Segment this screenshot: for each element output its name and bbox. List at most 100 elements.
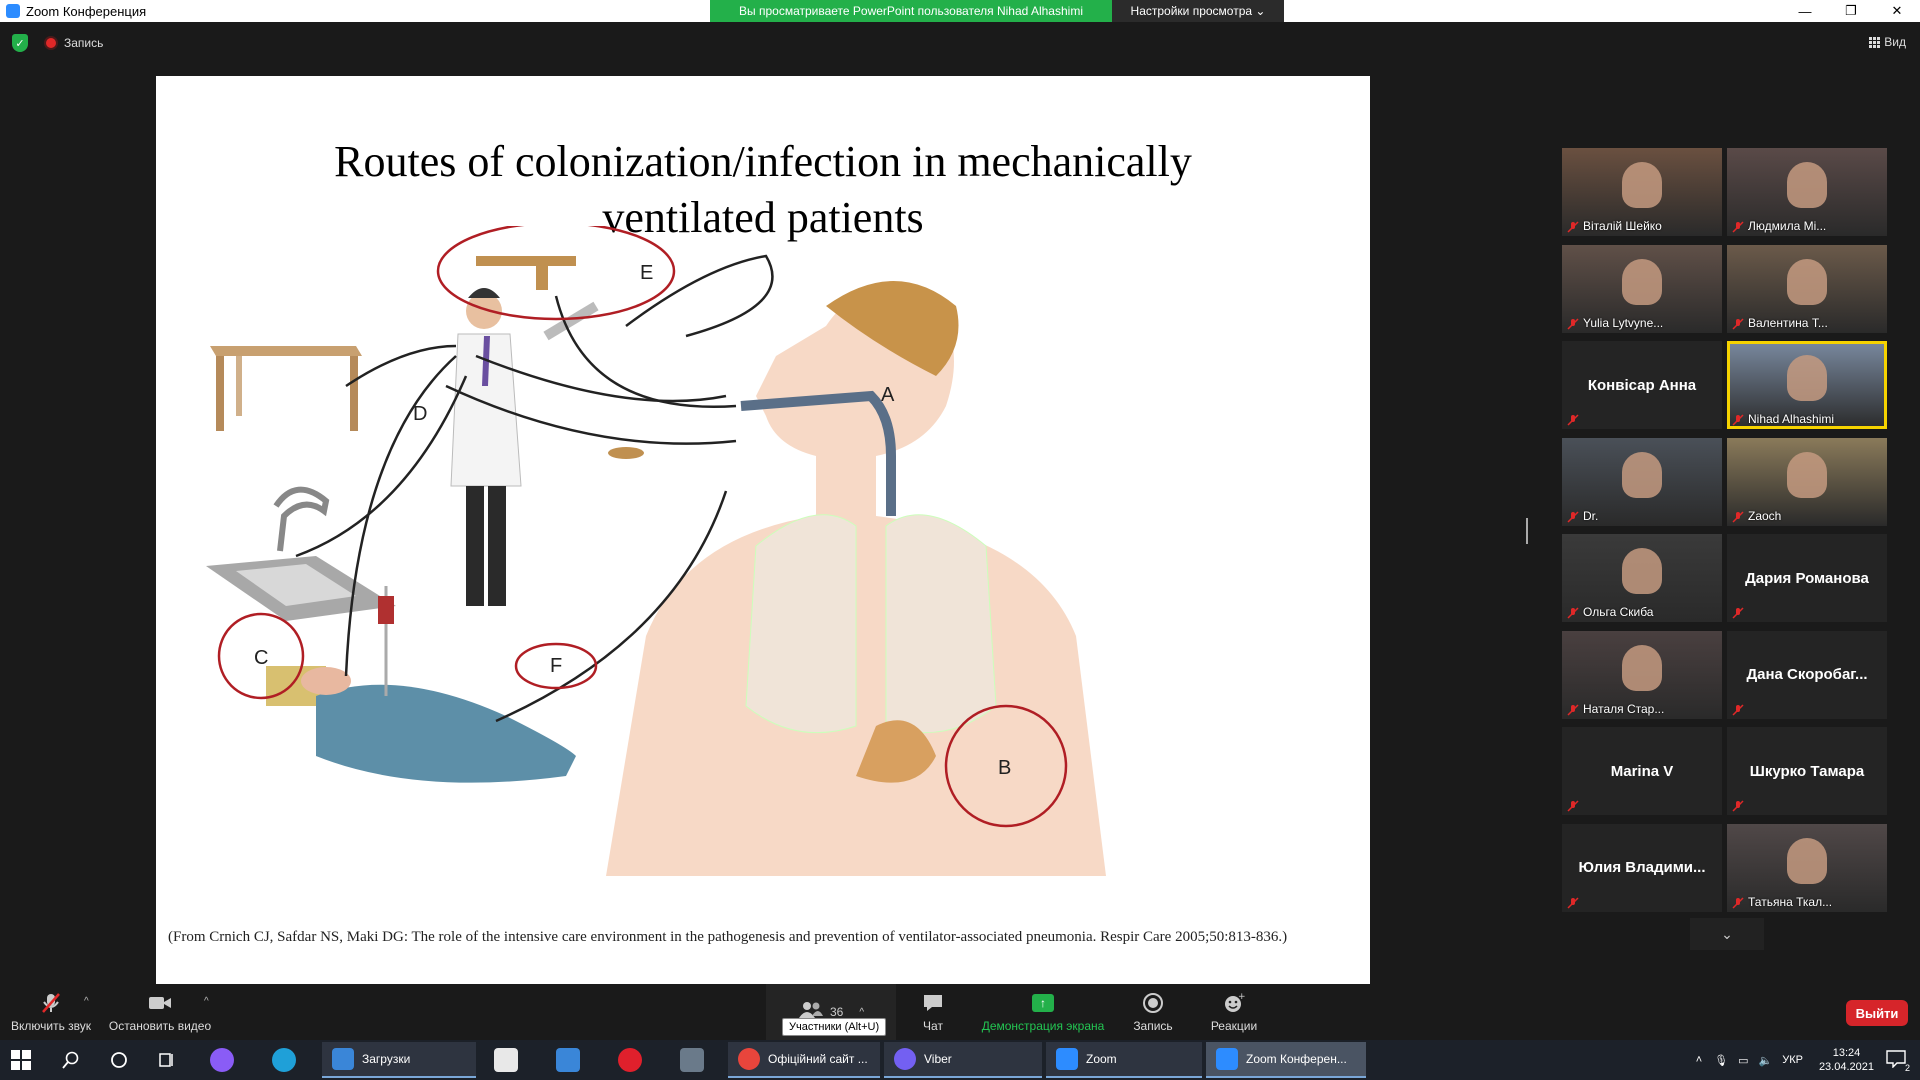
microphone-icon[interactable]: 🎙 [1714, 1054, 1728, 1067]
participant-name: Шкурко Тамара [1749, 762, 1865, 780]
window-controls: — ❐ ✕ [1782, 0, 1920, 22]
share-screen-icon: ↑ [1032, 994, 1054, 1012]
recording-label[interactable]: Запись [64, 36, 103, 50]
taskbar-app-label: Загрузки [362, 1052, 411, 1066]
mic-muted-icon [1732, 607, 1744, 619]
taskbar-app-viber[interactable]: Viber [884, 1042, 1042, 1078]
mic-muted-icon [1567, 317, 1579, 330]
stop-video-button[interactable]: Остановить видео [108, 984, 212, 1040]
participant-tile[interactable]: Дана Скоробаг... [1727, 630, 1887, 719]
cortana-icon[interactable] [110, 1040, 128, 1080]
splitter-handle[interactable] [1526, 518, 1528, 544]
participant-tile[interactable]: Nihad Alhashimi [1727, 341, 1887, 429]
volume-icon[interactable]: 🔈 [1759, 1054, 1773, 1067]
video-options-caret[interactable]: ^ [200, 984, 216, 1040]
reactions-button[interactable]: + Реакции [1204, 984, 1264, 1040]
participant-video [1622, 451, 1662, 498]
purple-app-icon[interactable] [210, 1040, 234, 1080]
meeting-toolbar: Включить звук ^ Остановить видео ^ 36 ^ … [0, 984, 1920, 1040]
chrome-icon [738, 1048, 760, 1070]
participant-tile[interactable]: Конвісар Анна [1562, 341, 1722, 429]
store-icon[interactable] [494, 1040, 518, 1080]
meeting-top-bar [0, 22, 1920, 64]
language-indicator[interactable]: УКР [1782, 1054, 1803, 1066]
taskbar-app-label: Офіційний сайт ... [768, 1052, 868, 1066]
clock-date: 23.04.2021 [1818, 1061, 1874, 1073]
maximize-button[interactable]: ❐ [1828, 0, 1874, 22]
participant-name: Наталя Стар... [1583, 701, 1665, 716]
figure-label-f: F [550, 655, 562, 677]
security-shield-icon[interactable]: ✓ [12, 34, 28, 52]
participant-name: Татьяна Ткал... [1748, 894, 1833, 909]
zoom-app-icon [6, 4, 20, 18]
mic-muted-icon [40, 991, 62, 1015]
chevron-down-icon[interactable]: ⌄ [1690, 918, 1764, 950]
taskbar-app-chrome[interactable]: Офіційний сайт ... [728, 1042, 880, 1078]
participant-tile[interactable]: Юлия Владими... [1562, 823, 1722, 912]
mic-muted-icon [1567, 221, 1579, 233]
calculator-icon[interactable] [680, 1040, 704, 1080]
shared-slide: Routes of colonization/infection in mech… [156, 76, 1370, 986]
zoom-icon [1056, 1048, 1078, 1070]
share-screen-button[interactable]: ↑ Демонстрация экрана [978, 984, 1108, 1040]
participant-tile[interactable]: Віталій Шейко [1562, 148, 1722, 236]
chat-button[interactable]: Чат [910, 984, 956, 1040]
opera-icon[interactable] [618, 1040, 642, 1080]
participant-name: Zaoch [1748, 508, 1782, 523]
mic-muted-icon [1567, 414, 1579, 426]
table-illustration [210, 346, 362, 431]
mic-muted-icon [1567, 896, 1579, 909]
participant-tile[interactable]: Наталя Стар... [1562, 630, 1722, 719]
participant-tile[interactable]: Валентина Т... [1727, 244, 1887, 333]
participant-name: Віталій Шейко [1583, 219, 1662, 233]
taskbar-app-zoom-meeting[interactable]: Zoom Конферен... [1206, 1042, 1366, 1078]
leave-meeting-button[interactable]: Выйти [1846, 1000, 1908, 1026]
edge-icon[interactable] [272, 1040, 296, 1080]
task-view-icon[interactable] [158, 1040, 176, 1080]
participant-tile[interactable]: Yulia Lytvyne... [1562, 244, 1722, 333]
network-icon[interactable]: ▭ [1738, 1054, 1748, 1067]
reactions-label: Реакции [1210, 1019, 1258, 1033]
view-options-button[interactable]: Настройки просмотра ⌄ [1112, 0, 1284, 22]
tray-overflow-icon[interactable]: ˄ [1696, 1054, 1702, 1066]
participant-tile[interactable]: Marina V [1562, 727, 1722, 815]
participant-tile[interactable]: Дария Романова [1727, 534, 1887, 622]
search-icon[interactable] [62, 1040, 80, 1080]
audio-options-caret[interactable]: ^ [80, 984, 96, 1040]
participant-tile[interactable]: Ольга Скиба [1562, 534, 1722, 622]
view-label: Вид [1884, 35, 1906, 49]
participant-tile[interactable]: Людмила Мі... [1727, 148, 1887, 236]
figure-label-d: D [413, 403, 427, 425]
participant-tile[interactable]: Татьяна Ткал... [1727, 823, 1887, 912]
participant-tile[interactable]: Dr. [1562, 437, 1722, 526]
participant-name: Людмила Мі... [1748, 219, 1827, 233]
share-notice: Вы просматриваете PowerPoint пользовател… [710, 0, 1112, 22]
notifications-icon[interactable]: 2 [1886, 1049, 1910, 1073]
participant-name: Nihad Alhashimi [1748, 412, 1835, 426]
view-button[interactable]: Вид [1869, 35, 1906, 49]
share-banner: Вы просматриваете PowerPoint пользовател… [710, 0, 1284, 22]
participant-tile[interactable]: Шкурко Тамара [1727, 727, 1887, 815]
viber-icon [894, 1048, 916, 1070]
participant-name: Ольга Скиба [1583, 605, 1654, 619]
record-button[interactable]: Запись [1128, 984, 1178, 1040]
participant-video [1787, 258, 1827, 305]
mail-icon[interactable] [556, 1040, 580, 1080]
participant-tile[interactable]: Zaoch [1727, 437, 1887, 526]
participant-video [1787, 837, 1827, 884]
system-tray: ˄ 🎙 ▭ 🔈 УКР 13:24 23.04.2021 2 [1696, 1040, 1920, 1080]
participant-video [1622, 644, 1662, 691]
minimize-button[interactable]: — [1782, 0, 1828, 22]
participant-video [1622, 258, 1662, 305]
taskbar-app-zoom[interactable]: Zoom [1046, 1042, 1202, 1078]
taskbar-app-downloads[interactable]: Загрузки [322, 1042, 476, 1078]
clock[interactable]: 13:24 23.04.2021 [1819, 1046, 1874, 1074]
close-button[interactable]: ✕ [1874, 0, 1920, 22]
start-button[interactable] [10, 1040, 32, 1080]
mic-muted-icon [1732, 800, 1744, 812]
colonization-routes-figure: A B C D E F [206, 226, 1106, 876]
notifications-count: 2 [1904, 1062, 1910, 1073]
participant-video [1787, 355, 1827, 401]
unmute-label: Включить звук [10, 1019, 92, 1033]
participants-caret[interactable]: ^ [859, 1007, 864, 1018]
